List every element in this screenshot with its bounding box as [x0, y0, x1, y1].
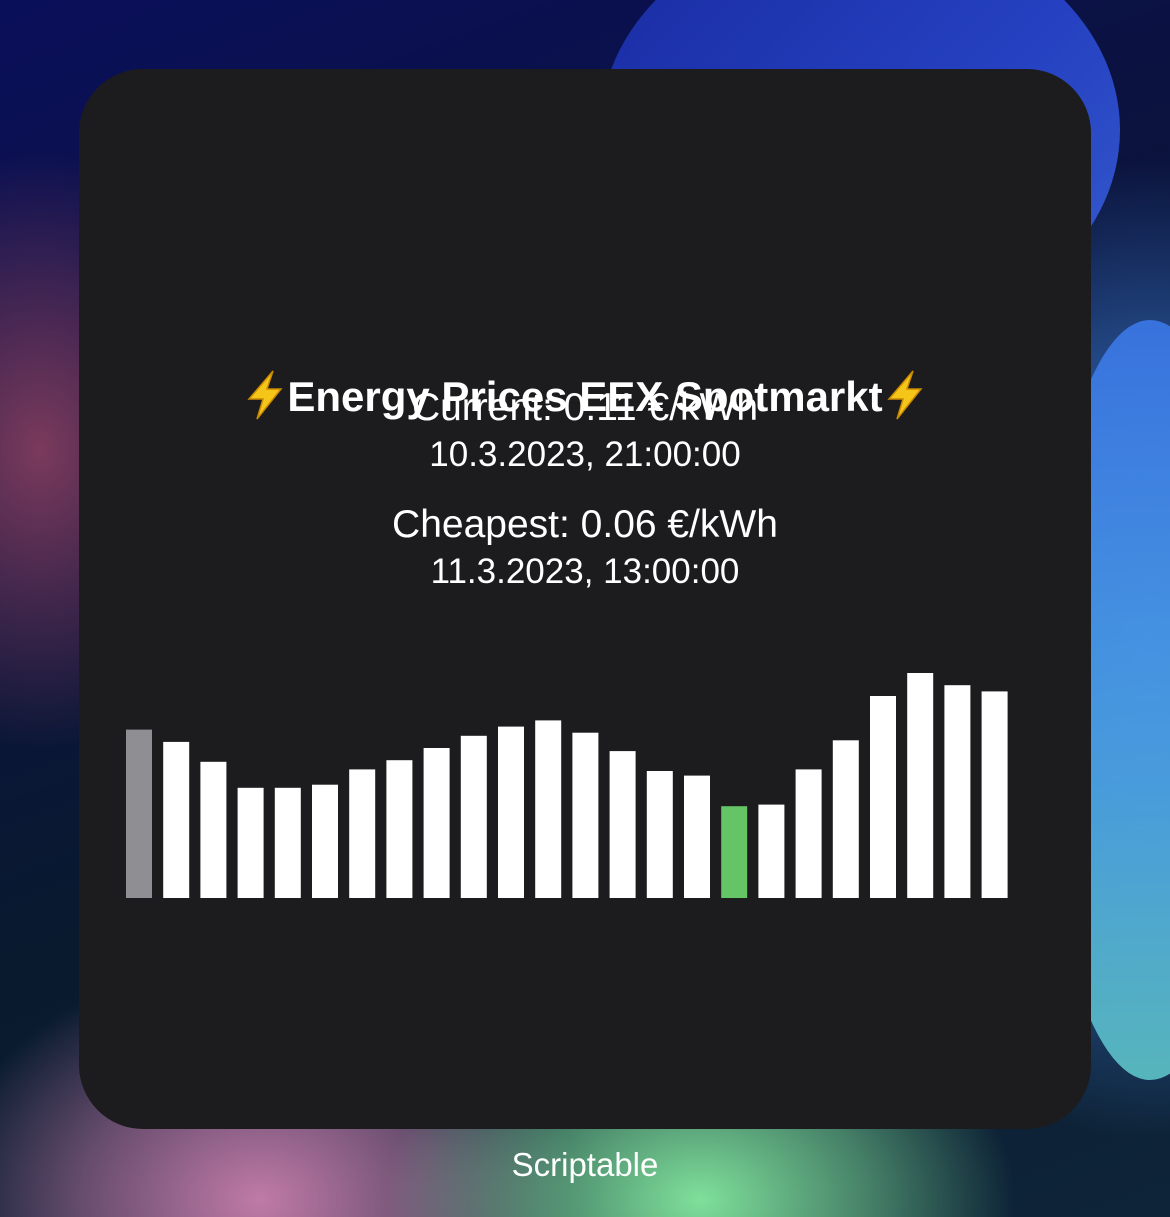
price-bar — [795, 769, 822, 898]
price-bar — [721, 806, 748, 898]
price-bar — [907, 673, 934, 898]
price-bar — [274, 787, 301, 898]
price-bar — [423, 748, 450, 898]
price-bar — [349, 769, 376, 898]
price-bar — [758, 804, 785, 898]
price-bar — [200, 761, 227, 898]
price-bar-chart — [126, 673, 1008, 898]
price-bar — [572, 732, 599, 898]
price-bar — [312, 784, 338, 898]
price-bar — [126, 729, 152, 898]
price-bar — [460, 735, 487, 898]
price-bar — [498, 726, 524, 898]
price-bar — [870, 696, 896, 898]
price-bar — [163, 741, 190, 898]
price-bar — [981, 691, 1008, 898]
price-bar — [386, 760, 413, 898]
price-bar — [832, 740, 859, 898]
price-bar — [535, 720, 562, 898]
price-bar — [646, 771, 673, 898]
price-bar — [684, 775, 710, 898]
price-bar — [944, 685, 971, 898]
price-bar — [237, 787, 264, 898]
price-bar — [609, 751, 636, 898]
energy-price-widget[interactable]: Energy Prices EEX Spotmarkt Current: 0.1… — [79, 69, 1091, 1129]
widget-app-label: Scriptable — [511, 1146, 659, 1183]
